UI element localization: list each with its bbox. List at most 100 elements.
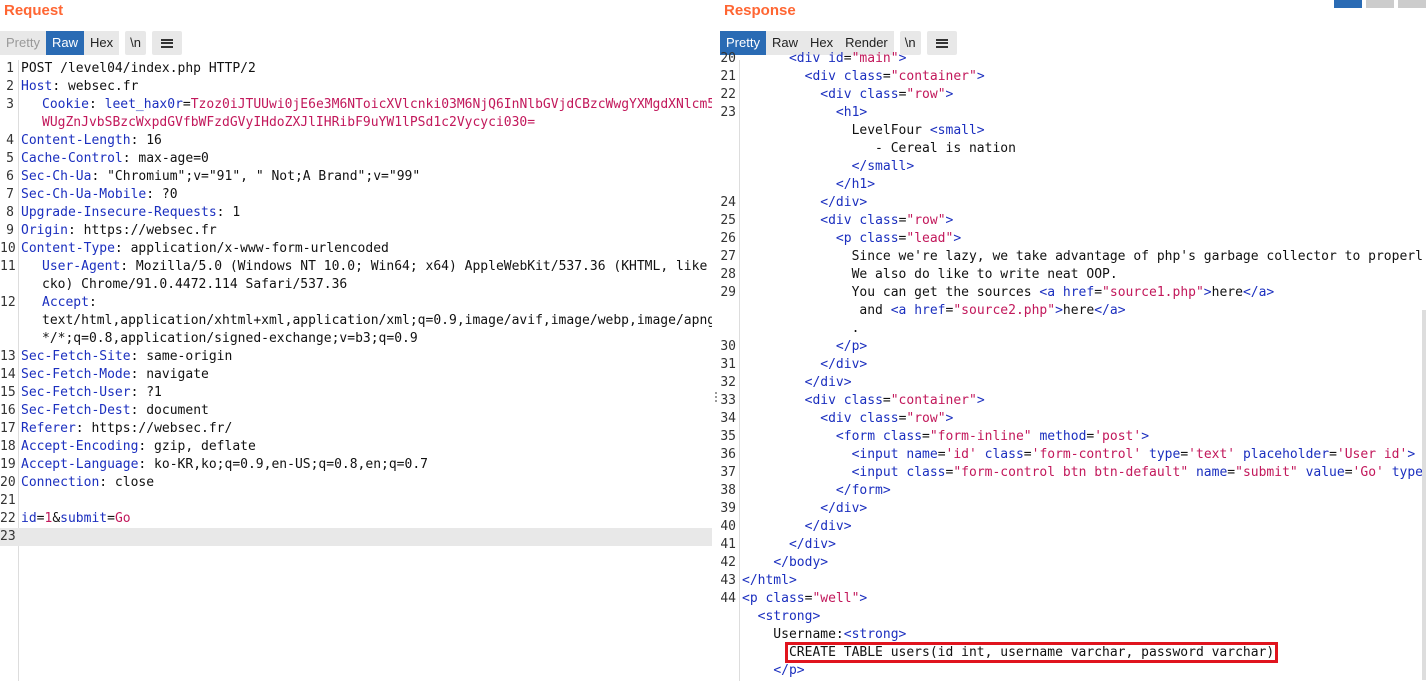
- line-number: 44: [720, 591, 736, 606]
- token-tag: <div: [788, 51, 829, 66]
- line-number: 11: [0, 259, 16, 274]
- line-code: </div>: [742, 356, 867, 374]
- line-number: 38: [720, 483, 736, 498]
- line-code: <div class="row">: [742, 86, 953, 104]
- token-aval: 'id': [945, 447, 977, 462]
- line-code: <strong>: [742, 608, 821, 626]
- token-hdr: Sec-Fetch-Mode: [21, 367, 131, 382]
- hamburger-icon: [160, 38, 173, 48]
- line-code: We also do like to write neat OOP.: [742, 266, 1118, 284]
- split-drag-handle[interactable]: [712, 390, 720, 410]
- line-number: 7: [6, 187, 14, 202]
- request-tab-hex[interactable]: Hex: [83, 31, 120, 55]
- token-tag: <p: [742, 591, 766, 606]
- token-tag: </a>: [1242, 285, 1275, 300]
- line-number: 24: [720, 195, 736, 210]
- response-line: 41 </div>: [720, 536, 1426, 554]
- layout-tabs-button[interactable]: [1398, 0, 1426, 8]
- request-tab-raw[interactable]: Raw: [45, 31, 84, 55]
- token-aval: "main": [851, 51, 899, 66]
- response-line: </h1>: [720, 176, 1426, 194]
- request-newline-toggle[interactable]: \n: [125, 31, 146, 55]
- token-val: : close: [99, 475, 155, 490]
- line-code: Sec-Fetch-Site: same-origin: [21, 348, 232, 366]
- token-tag: </div>: [820, 357, 868, 372]
- response-editor[interactable]: 20 <div id="main"> 21 <div class="contain…: [720, 50, 1426, 681]
- token-attr: href: [914, 303, 946, 318]
- request-tab-pretty[interactable]: Pretty: [0, 31, 46, 55]
- request-editor[interactable]: 1 POST /level04/index.php HTTP/2 2 Host: we…: [0, 60, 712, 681]
- response-line: </small>: [720, 158, 1426, 176]
- token-val: :: [88, 97, 105, 112]
- token-txt: =: [882, 393, 891, 408]
- token-hdr: Sec-Ch-Ua: [21, 169, 92, 184]
- request-pane: Request Pretty Raw Hex \n 1 POST /level04…: [0, 0, 712, 681]
- token-val: : ?0: [146, 187, 178, 202]
- response-line: </p>: [720, 662, 1426, 680]
- line-code: <div class="container">: [742, 392, 985, 410]
- token-attr: class: [859, 213, 899, 228]
- request-line: 19 Accept-Language: ko-KR,ko;q=0.9,en-US;…: [0, 456, 712, 474]
- response-line: 37 <input class = "form-control btn btn-de…: [720, 464, 1426, 482]
- token-txt: =: [1180, 447, 1189, 462]
- token-attr: class: [859, 411, 899, 426]
- token-val: : same-origin: [130, 349, 233, 364]
- line-code: </small>: [742, 158, 915, 176]
- response-scrollbar[interactable]: [1422, 310, 1426, 680]
- token-val: : navigate: [130, 367, 209, 382]
- token-attr: method: [1039, 429, 1087, 444]
- token-txt: .: [742, 321, 860, 336]
- line-code: Cookie: leet_hax0r=Tzoz0iJTUUwi0jE6e3M6N…: [42, 96, 712, 132]
- response-line: 30 </p>: [720, 338, 1426, 356]
- line-code: Origin: https://websec.fr: [21, 222, 217, 240]
- token-tag: </p>: [773, 663, 805, 678]
- layout-side-by-side-button[interactable]: [1334, 0, 1362, 8]
- layout-toggle-group: [1330, 0, 1426, 8]
- line-code: Content-Length: 16: [21, 132, 162, 150]
- token-tag: >: [976, 69, 985, 84]
- line-number: 39: [720, 501, 736, 516]
- token-attr: name: [906, 447, 938, 462]
- response-line: 24 </div>: [720, 194, 1426, 212]
- response-line: 21 <div class="container">: [720, 68, 1426, 86]
- line-code: and <a href="source2.php">here</a>: [742, 302, 1125, 320]
- token-aval: 'User id': [1336, 447, 1408, 462]
- token-tag: >: [859, 591, 868, 606]
- token-aval: 'Go': [1352, 465, 1384, 480]
- request-line: 2 Host: websec.fr: [0, 78, 712, 96]
- token-val: : ko-KR,ko;q=0.9,en-US;q=0.8,en;q=0.7: [138, 457, 428, 472]
- line-code: <input name='id' class='form-control' ty…: [742, 446, 1416, 464]
- line-number: 21: [720, 69, 736, 84]
- token-val: : websec.fr: [52, 79, 139, 94]
- token-tag: <input: [851, 447, 907, 462]
- token-txt: Username:: [742, 627, 844, 642]
- line-number: 5: [6, 151, 14, 166]
- token-attr: href: [1062, 285, 1095, 300]
- token-val: : gzip, deflate: [138, 439, 256, 454]
- request-line: 16 Sec-Fetch-Dest: document: [0, 402, 712, 420]
- token-hdr: Content-Length: [21, 133, 131, 148]
- token-aval: "container": [890, 69, 977, 84]
- request-menu-button[interactable]: [151, 31, 182, 55]
- token-hdr: Connection: [21, 475, 100, 490]
- line-code: Accept: text/html,application/xhtml+xml,…: [42, 294, 712, 348]
- token-aval: "container": [890, 393, 977, 408]
- token-val: =: [182, 97, 191, 112]
- token-txt: =: [1227, 465, 1236, 480]
- line-code: LevelFour <small>: [742, 122, 985, 140]
- line-number: 8: [6, 205, 14, 220]
- layout-stacked-button[interactable]: [1366, 0, 1394, 8]
- token-tag: <div: [804, 69, 844, 84]
- line-number: 18: [0, 439, 16, 454]
- token-attr: class: [906, 465, 946, 480]
- line-number: 14: [0, 367, 16, 382]
- request-line: 14 Sec-Fetch-Mode: navigate: [0, 366, 712, 384]
- token-hdr: Host: [21, 79, 53, 94]
